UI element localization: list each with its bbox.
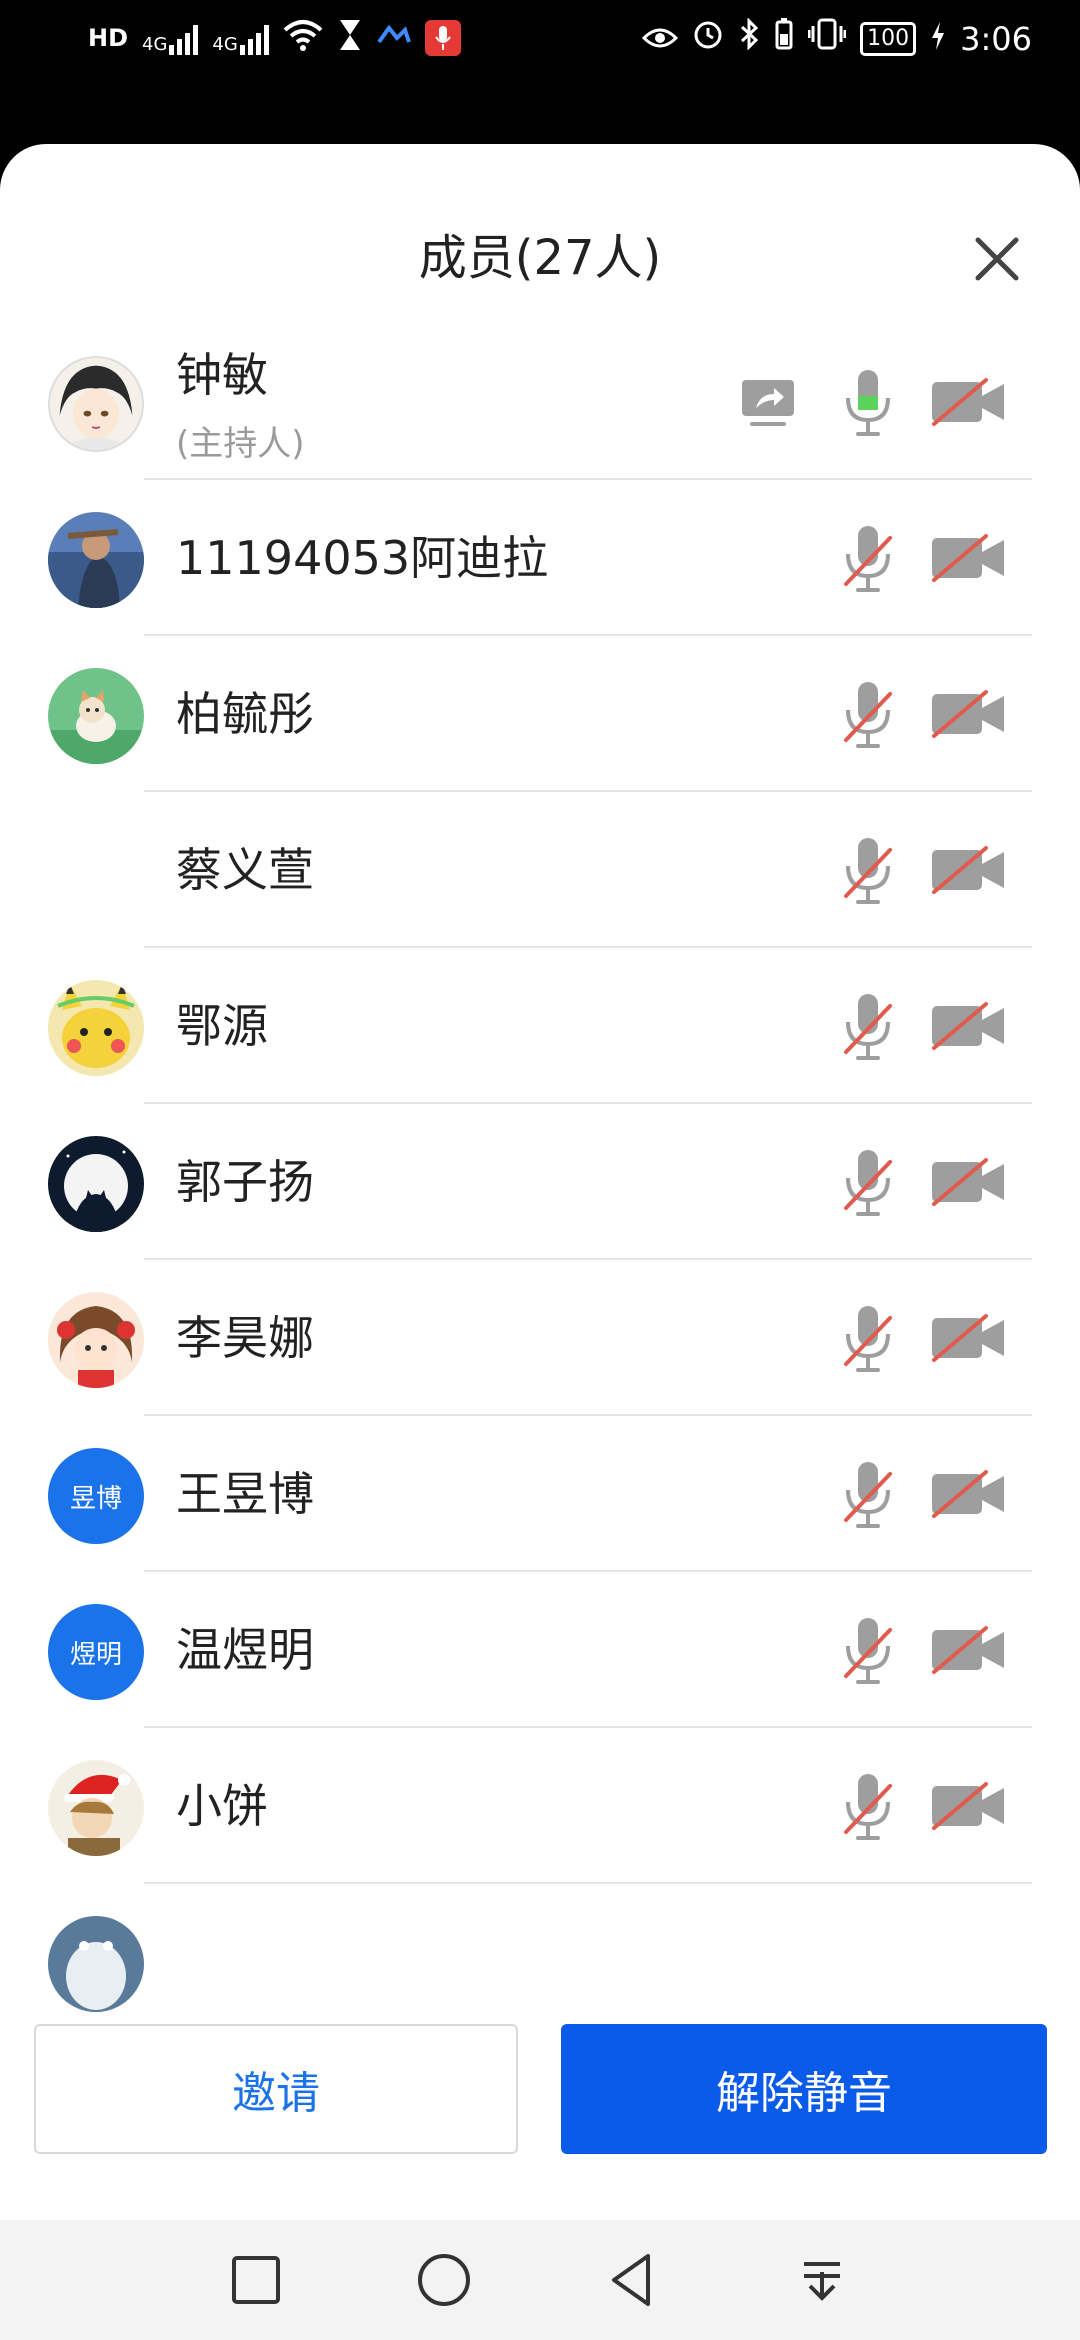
member-name: 李昊娜	[176, 1311, 314, 1365]
charging-icon	[930, 19, 946, 59]
signal-icon-2: 4G	[212, 21, 269, 55]
pikachu-avatar	[48, 980, 144, 1076]
christmas-avatar	[48, 1760, 144, 1856]
alarm-icon	[692, 18, 724, 59]
status-bar: HD 4G 4G 100 3:06	[0, 0, 1080, 80]
member-row[interactable]: 小饼	[0, 1728, 1080, 1884]
hourglass-icon	[337, 18, 363, 58]
camera-off-icon[interactable]	[930, 844, 1006, 896]
member-row[interactable]: 煜明 温煜明	[0, 1572, 1080, 1728]
cast-icon	[377, 24, 411, 52]
initials-avatar: 昱博	[48, 1448, 144, 1544]
camera-off-icon[interactable]	[930, 1780, 1006, 1832]
member-name: 王昱博	[176, 1467, 314, 1521]
signal-icon: 4G	[142, 21, 199, 55]
system-nav-bar	[0, 2220, 1080, 2340]
mic-muted-icon[interactable]	[840, 1148, 896, 1220]
back-button[interactable]	[600, 2248, 664, 2312]
pulldown-icon	[804, 2262, 840, 2301]
member-row[interactable]: 11194053阿迪拉	[0, 480, 1080, 636]
moon-avatar	[48, 1136, 144, 1232]
member-name: 小饼	[176, 1779, 268, 1833]
back-triangle-icon	[612, 2254, 650, 2306]
clock: 3:06	[960, 19, 1032, 58]
notification-pulldown-button[interactable]	[790, 2248, 854, 2312]
member-row[interactable]: 昱博 王昱博	[0, 1416, 1080, 1572]
camera-off-icon[interactable]	[930, 1624, 1006, 1676]
hd-indicator: HD	[88, 24, 129, 52]
camera-off-icon[interactable]	[930, 376, 1006, 428]
status-bar-right: 100 3:06	[642, 17, 1032, 59]
mic-muted-icon[interactable]	[840, 1616, 896, 1688]
home-button[interactable]	[412, 2248, 476, 2312]
battery-small-icon	[774, 18, 794, 59]
kitten-avatar	[48, 668, 144, 764]
member-row[interactable]: 郭子扬	[0, 1104, 1080, 1260]
close-icon	[975, 237, 1019, 281]
member-row[interactable]: 柏毓彤	[0, 636, 1080, 792]
eye-icon	[642, 19, 679, 59]
member-name: 柏毓彤	[176, 687, 314, 741]
member-name: 蔡义萱	[176, 843, 314, 897]
panel-header: 成员(27人)	[0, 144, 1080, 316]
girl-avatar	[48, 1292, 144, 1388]
status-bar-left: HD 4G 4G	[88, 18, 461, 58]
member-row[interactable]: 李昊娜	[0, 1260, 1080, 1416]
unmute-all-button[interactable]: 解除静音	[561, 2024, 1047, 2154]
mic-muted-icon[interactable]	[840, 992, 896, 1064]
anime-avatar	[48, 356, 144, 452]
member-list[interactable]: 钟敏 (主持人) 11194053阿迪拉 柏毓彤 蔡义萱 鄂源 郭子扬 李昊娜 …	[0, 324, 1080, 2082]
member-row-host[interactable]: 钟敏 (主持人)	[0, 324, 1080, 480]
mic-muted-icon[interactable]	[840, 680, 896, 752]
mic-recording-icon	[424, 20, 461, 56]
photo-avatar	[48, 512, 144, 608]
camera-off-icon[interactable]	[930, 532, 1006, 584]
member-name: 郭子扬	[176, 1155, 314, 1209]
member-row[interactable]: 蔡义萱	[0, 792, 1080, 948]
camera-off-icon[interactable]	[930, 1000, 1006, 1052]
vibrate-icon	[807, 18, 847, 59]
member-name: 11194053阿迪拉	[176, 531, 549, 585]
members-panel: 成员(27人) 钟敏 (主持人) 11194053阿迪拉 柏毓彤 蔡义萱 鄂源 …	[0, 144, 1080, 2220]
camera-off-icon[interactable]	[930, 1156, 1006, 1208]
mic-muted-icon[interactable]	[840, 1772, 896, 1844]
circle-icon	[418, 2254, 470, 2306]
invite-button[interactable]: 邀请	[34, 2024, 518, 2154]
mic-muted-icon[interactable]	[840, 1460, 896, 1532]
square-icon	[232, 2256, 280, 2304]
close-button[interactable]	[972, 234, 1022, 284]
member-row[interactable]: 鄂源	[0, 948, 1080, 1104]
wifi-icon	[283, 18, 323, 58]
camera-off-icon[interactable]	[930, 1468, 1006, 1520]
host-role-label: (主持人)	[176, 424, 305, 464]
camera-off-icon[interactable]	[930, 688, 1006, 740]
member-name: 温煜明	[176, 1623, 314, 1677]
initials-avatar: 煜明	[48, 1604, 144, 1700]
action-bar: 邀请 解除静音	[0, 1984, 1080, 2154]
member-name: 鄂源	[176, 999, 268, 1053]
panel-title: 成员(27人)	[418, 230, 662, 286]
camera-off-icon[interactable]	[930, 1312, 1006, 1364]
recents-button[interactable]	[224, 2248, 288, 2312]
mic-muted-icon[interactable]	[840, 524, 896, 596]
mic-muted-icon[interactable]	[840, 836, 896, 908]
screen-share-icon	[740, 374, 796, 430]
member-name: 钟敏	[176, 348, 268, 402]
mic-muted-icon[interactable]	[840, 1304, 896, 1376]
battery-indicator: 100	[860, 21, 917, 56]
mic-active-icon[interactable]	[840, 368, 896, 440]
bluetooth-icon	[738, 17, 760, 59]
